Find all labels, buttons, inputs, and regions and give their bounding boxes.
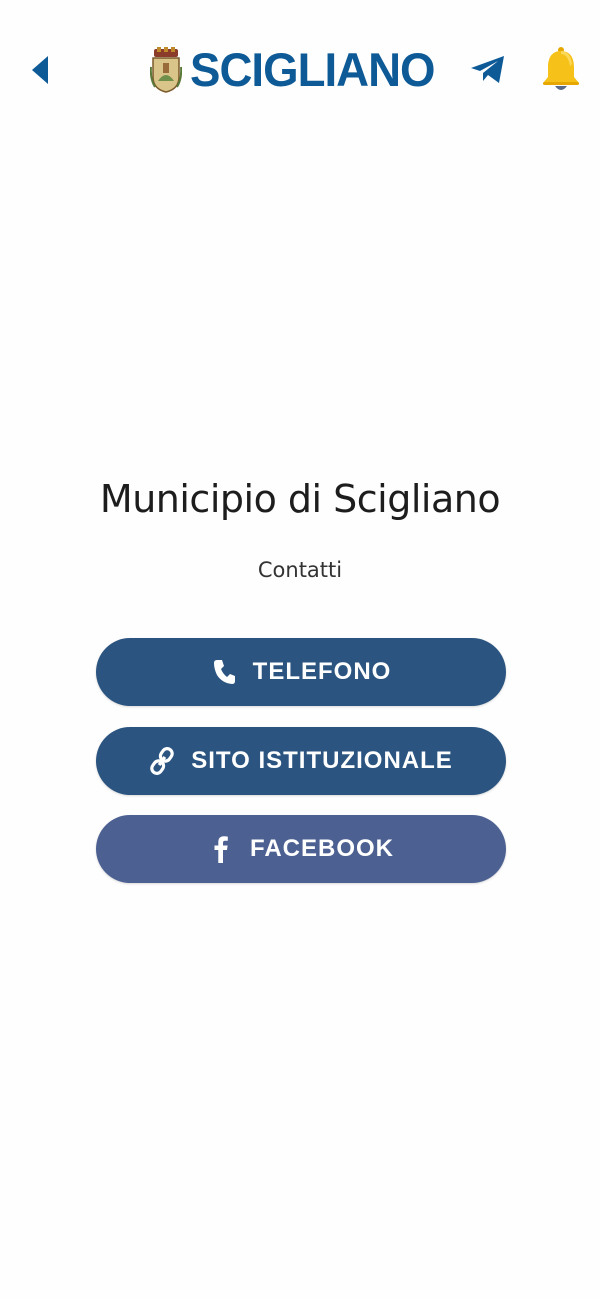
back-arrow-icon — [32, 56, 48, 84]
telegram-icon — [471, 56, 504, 83]
facebook-icon — [208, 834, 234, 864]
institutional-site-button-label: SITO ISTITUZIONALE — [191, 747, 453, 774]
facebook-button-label: FACEBOOK — [249, 835, 394, 862]
phone-icon — [211, 657, 237, 687]
telegram-button[interactable] — [466, 50, 510, 90]
back-button[interactable] — [18, 46, 62, 94]
brand-title: SCIGLIANO — [190, 43, 436, 96]
bell-icon — [543, 47, 579, 90]
phone-button[interactable]: TELEFONO — [96, 638, 506, 706]
link-icon — [149, 746, 175, 776]
app-header: SCIGLIANO — [0, 0, 600, 140]
notifications-button[interactable] — [536, 44, 586, 96]
app-screen: SCIGLIANO Municipio di Scigliano Contatt… — [0, 0, 600, 1299]
phone-button-label: TELEFONO — [252, 658, 392, 685]
town-crest-icon — [150, 47, 182, 93]
page-title: Municipio di Scigliano — [99, 477, 501, 521]
facebook-button[interactable]: FACEBOOK — [96, 815, 506, 883]
brand-logo: SCIGLIANO — [150, 42, 442, 98]
page-subtitle: Contatti — [257, 558, 343, 582]
institutional-site-button[interactable]: SITO ISTITUZIONALE — [96, 727, 506, 795]
